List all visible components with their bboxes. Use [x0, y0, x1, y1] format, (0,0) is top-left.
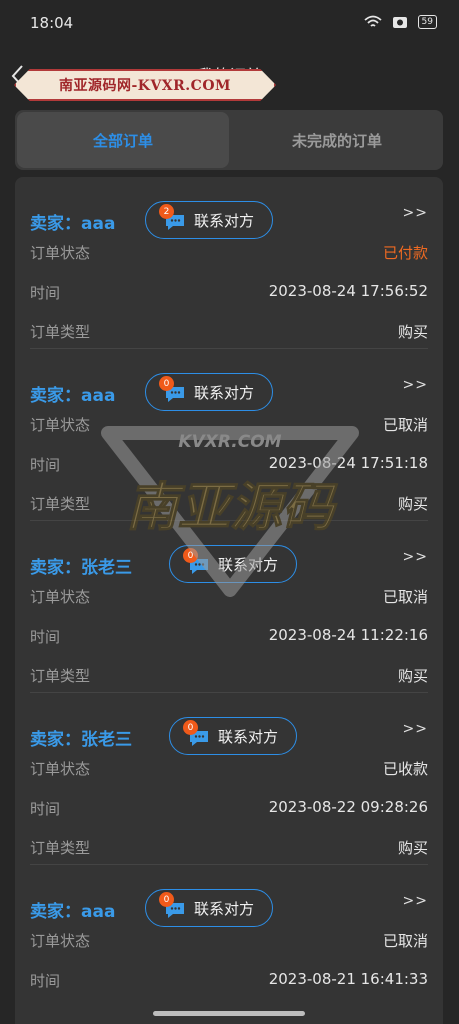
order-tabs: 全部订单 未完成的订单 — [15, 110, 443, 170]
contact-label: 联系对方 — [218, 555, 279, 574]
contact-label: 联系对方 — [194, 211, 255, 230]
unread-badge: 0 — [183, 720, 198, 735]
time-label: 时间 — [30, 628, 61, 646]
contact-label: 联系对方 — [218, 727, 279, 746]
detail-arrow[interactable]: >> — [403, 721, 428, 737]
detail-arrow[interactable]: >> — [403, 893, 428, 909]
status-label: 订单状态 — [30, 588, 91, 606]
status-bar: 18:04 59 — [0, 0, 459, 50]
unread-badge: 0 — [159, 892, 174, 907]
status-label: 订单状态 — [30, 416, 91, 434]
chat-icon: 0 — [183, 548, 210, 574]
unread-badge: 2 — [159, 204, 174, 219]
type-label: 订单类型 — [30, 495, 91, 513]
type-value: 购买 — [397, 839, 428, 857]
home-indicator[interactable] — [153, 1011, 305, 1016]
nav-bar: 我的订单 南亚源码网-KVXR.COM — [0, 55, 459, 103]
unread-badge: 0 — [183, 548, 198, 563]
type-label: 订单类型 — [30, 667, 91, 685]
contact-seller-button[interactable]: 0 联系对方 — [145, 373, 273, 411]
time-value: 2023-08-21 16:41:33 — [268, 970, 428, 988]
contact-seller-button[interactable]: 0 联系对方 — [169, 545, 297, 583]
status-label: 订单状态 — [30, 760, 91, 778]
status-value: 已取消 — [382, 932, 428, 950]
seller-name: 卖家：aaa — [30, 214, 116, 234]
order-card[interactable]: 卖家：张老三 0 联系对方 >> 订单状态 已收款 时间 2023-08-22 … — [30, 693, 428, 865]
status-value: 已付款 — [382, 244, 428, 262]
detail-arrow[interactable]: >> — [403, 205, 428, 221]
wifi-icon — [363, 15, 382, 27]
type-value: 购买 — [397, 323, 428, 341]
tab-all-orders[interactable]: 全部订单 — [17, 112, 229, 168]
time-label: 时间 — [30, 800, 61, 818]
seller-name: 卖家：aaa — [30, 386, 116, 406]
status-label: 订单状态 — [30, 932, 91, 950]
time-value: 2023-08-22 09:28:26 — [268, 798, 428, 816]
order-card[interactable]: 卖家：aaa 0 联系对方 >> 订单状态 已取消 时间 2023-08-21 … — [30, 865, 428, 1024]
status-icons: 59 — [363, 15, 437, 29]
status-value: 已取消 — [382, 588, 428, 606]
contact-label: 联系对方 — [194, 383, 255, 402]
order-card[interactable]: 卖家：aaa 0 联系对方 >> 订单状态 已取消 时间 2023-08-24 … — [30, 349, 428, 521]
seller-name: 卖家：aaa — [30, 902, 116, 922]
seller-name: 卖家：张老三 — [30, 558, 132, 578]
type-label: 订单类型 — [30, 839, 91, 857]
watermark-banner-text: 南亚源码网-KVXR.COM — [58, 78, 232, 94]
time-value: 2023-08-24 17:51:18 — [268, 454, 428, 472]
order-card[interactable]: 卖家：张老三 0 联系对方 >> 订单状态 已取消 时间 2023-08-24 … — [30, 521, 428, 693]
time-label: 时间 — [30, 284, 61, 302]
order-card[interactable]: 卖家：aaa 2 联系对方 >> 订单状态 已付款 时间 2023-08-24 … — [30, 177, 428, 349]
watermark-banner: 南亚源码网-KVXR.COM — [14, 69, 276, 101]
contact-seller-button[interactable]: 2 联系对方 — [145, 201, 273, 239]
time-value: 2023-08-24 11:22:16 — [268, 626, 428, 644]
time-value: 2023-08-24 17:56:52 — [268, 282, 428, 300]
seller-name: 卖家：张老三 — [30, 730, 132, 750]
status-label: 订单状态 — [30, 244, 91, 262]
chat-icon: 0 — [159, 892, 186, 918]
chat-icon: 0 — [183, 720, 210, 746]
type-value: 购买 — [397, 667, 428, 685]
status-value: 已取消 — [382, 416, 428, 434]
status-time: 18:04 — [30, 14, 74, 32]
status-value: 已收款 — [382, 760, 428, 778]
contact-seller-button[interactable]: 0 联系对方 — [145, 889, 273, 927]
type-value: 购买 — [397, 495, 428, 513]
battery-icon: 59 — [417, 15, 437, 29]
tab-incomplete-orders[interactable]: 未完成的订单 — [231, 110, 443, 170]
type-label: 订单类型 — [30, 323, 91, 341]
chat-icon: 2 — [159, 204, 186, 230]
contact-seller-button[interactable]: 0 联系对方 — [169, 717, 297, 755]
detail-arrow[interactable]: >> — [403, 377, 428, 393]
detail-arrow[interactable]: >> — [403, 549, 428, 565]
contact-label: 联系对方 — [194, 899, 255, 918]
time-label: 时间 — [30, 456, 61, 474]
order-list: 卖家：aaa 2 联系对方 >> 订单状态 已付款 时间 2023-08-24 … — [15, 177, 443, 1024]
chat-icon: 0 — [159, 376, 186, 402]
unread-badge: 0 — [159, 376, 174, 391]
camera-icon — [392, 17, 407, 28]
time-label: 时间 — [30, 972, 61, 990]
